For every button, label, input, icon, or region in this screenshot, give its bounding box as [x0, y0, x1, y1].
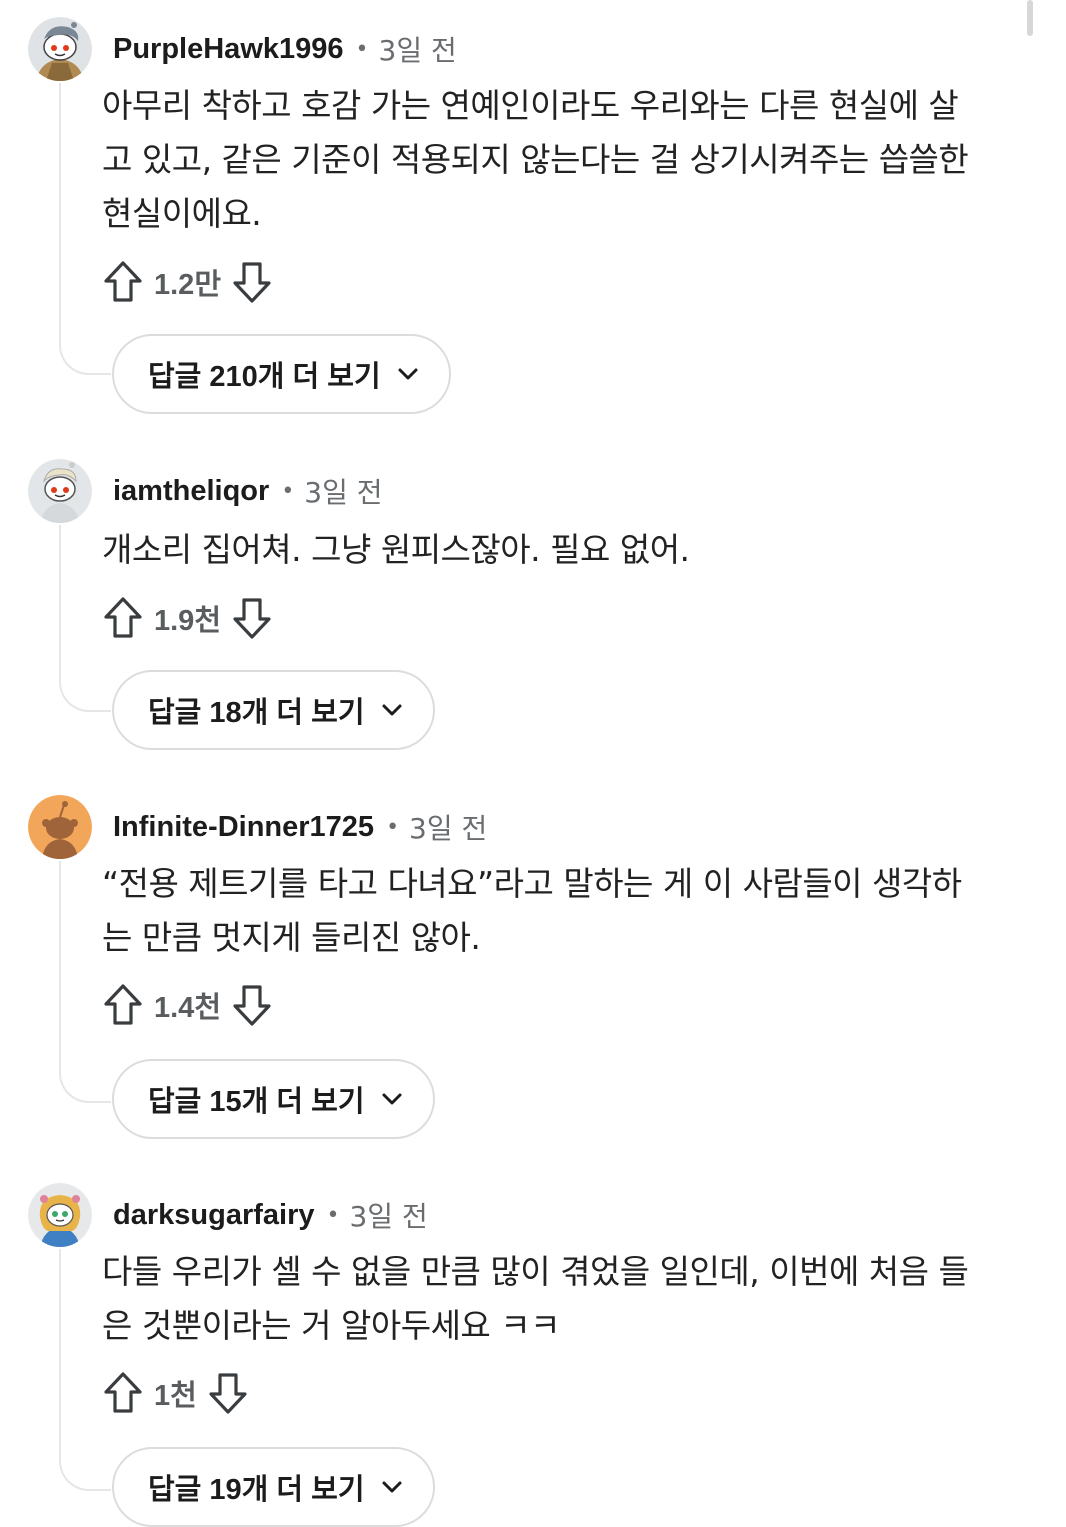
comment-meta: PurpleHawk1996 • 3일 전 — [113, 27, 457, 71]
comment-line: 은 것뿐이라는 거 알아두세요 ㅋㅋ — [102, 1306, 561, 1345]
thread-connector — [59, 1067, 111, 1103]
more-replies-button[interactable]: 답글 210개 더 보기 — [112, 334, 451, 414]
vote-row: 1.9천 — [102, 596, 273, 640]
comment-line: 고 있고, 같은 기준이 적용되지 않는다는 걸 상기시켜주는 씁쓸한 — [102, 140, 969, 179]
vote-row: 1천 — [102, 1371, 249, 1415]
avatar[interactable] — [28, 459, 92, 523]
username[interactable]: iamtheliqor — [113, 475, 269, 508]
timestamp: 3일 전 — [378, 34, 457, 67]
timestamp: 3일 전 — [349, 1200, 428, 1233]
comment-line: 개소리 집어쳐. 그냥 원피스잖아. 필요 없어. — [102, 530, 690, 569]
comment-body: 다들 우리가 셀 수 없을 만큼 많이 겪었을 일인데, 이번에 처음 들 은 … — [102, 1245, 1012, 1353]
username[interactable]: darksugarfairy — [113, 1199, 315, 1232]
comment-line: 다들 우리가 셀 수 없을 만큼 많이 겪었을 일인데, 이번에 처음 들 — [102, 1252, 969, 1291]
comment-meta: darksugarfairy • 3일 전 — [113, 1193, 428, 1237]
downvote-arrow-icon[interactable] — [231, 983, 273, 1027]
separator-dot: • — [386, 814, 400, 840]
vote-count: 1.4천 — [154, 992, 221, 1024]
thread-line — [59, 83, 61, 343]
more-replies-label: 답글 15개 더 보기 — [148, 1086, 365, 1118]
chevron-down-icon — [398, 368, 418, 380]
comment-line: 현실이에요. — [102, 194, 262, 233]
vote-count: 1천 — [154, 1380, 197, 1412]
downvote-arrow-icon[interactable] — [231, 596, 273, 640]
comment-meta: Infinite-Dinner1725 • 3일 전 — [113, 805, 487, 849]
upvote-arrow-icon[interactable] — [102, 1371, 144, 1415]
thread-line — [59, 1249, 61, 1461]
username[interactable]: Infinite-Dinner1725 — [113, 811, 374, 844]
more-replies-button[interactable]: 답글 19개 더 보기 — [112, 1447, 435, 1527]
comment-body: “전용 제트기를 타고 다녀요”라고 말하는 게 이 사람들이 생각하 는 만큼… — [102, 857, 1012, 965]
thread-line — [59, 861, 61, 1073]
avatar[interactable] — [28, 1183, 92, 1247]
upvote-arrow-icon[interactable] — [102, 983, 144, 1027]
separator-dot: • — [355, 36, 369, 62]
thread-connector — [59, 339, 111, 375]
thread-connector — [59, 676, 111, 712]
vote-count: 1.2만 — [154, 269, 221, 301]
comment-line: “전용 제트기를 타고 다녀요”라고 말하는 게 이 사람들이 생각하 — [102, 864, 962, 903]
avatar[interactable] — [28, 795, 92, 859]
more-replies-button[interactable]: 답글 18개 더 보기 — [112, 670, 435, 750]
comment-meta: iamtheliqor • 3일 전 — [113, 469, 383, 513]
upvote-arrow-icon[interactable] — [102, 596, 144, 640]
chevron-down-icon — [382, 704, 402, 716]
timestamp: 3일 전 — [304, 476, 383, 509]
downvote-arrow-icon[interactable] — [231, 260, 273, 304]
thread-line — [59, 525, 61, 682]
avatar[interactable] — [28, 17, 92, 81]
more-replies-label: 답글 19개 더 보기 — [148, 1474, 365, 1506]
vote-count: 1.9천 — [154, 605, 221, 637]
comment-body: 아무리 착하고 호감 가는 연예인이라도 우리와는 다른 현실에 살 고 있고,… — [102, 79, 1012, 241]
more-replies-label: 답글 18개 더 보기 — [148, 697, 365, 729]
comment-body: 개소리 집어쳐. 그냥 원피스잖아. 필요 없어. — [102, 523, 1012, 577]
comment-line: 아무리 착하고 호감 가는 연예인이라도 우리와는 다른 현실에 살 — [102, 86, 959, 125]
timestamp: 3일 전 — [409, 812, 488, 845]
downvote-arrow-icon[interactable] — [207, 1371, 249, 1415]
vote-row: 1.2만 — [102, 260, 273, 304]
comment-line: 는 만큼 멋지게 들리진 않아. — [102, 918, 481, 957]
vote-row: 1.4천 — [102, 983, 273, 1027]
username[interactable]: PurpleHawk1996 — [113, 33, 344, 66]
more-replies-button[interactable]: 답글 15개 더 보기 — [112, 1059, 435, 1139]
more-replies-label: 답글 210개 더 보기 — [148, 361, 381, 393]
separator-dot: • — [281, 478, 295, 504]
thread-connector — [59, 1455, 111, 1491]
separator-dot: • — [326, 1202, 340, 1228]
chevron-down-icon — [382, 1481, 402, 1493]
upvote-arrow-icon[interactable] — [102, 260, 144, 304]
chevron-down-icon — [382, 1093, 402, 1105]
scrollbar-thumb[interactable] — [1027, 0, 1033, 36]
